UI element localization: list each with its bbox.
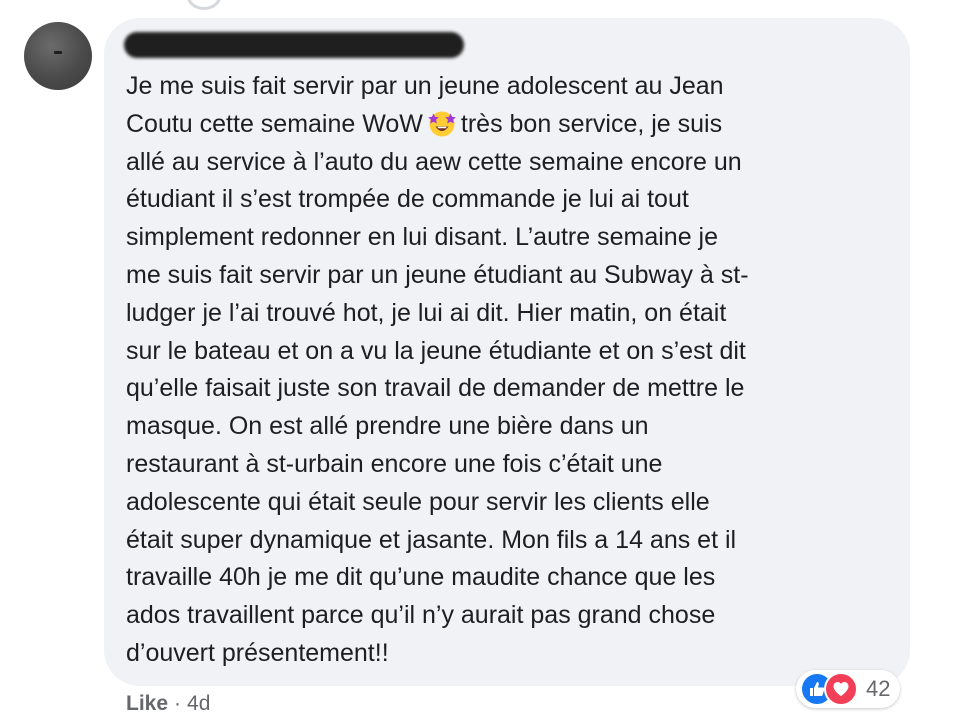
comment-segment: très bon service, je suis [460, 109, 723, 138]
author-name-redacted[interactable] [124, 32, 464, 58]
comment-timestamp[interactable]: 4d [187, 692, 210, 716]
comment-line: allé au service à l’auto du aew cette se… [126, 147, 742, 176]
comment-line: était super dynamique et jasante. Mon fi… [126, 525, 737, 554]
comment-segment: Coutu cette semaine WoW [126, 109, 423, 138]
comment-line: ludger je l’ai trouvé hot, je lui ai dit… [126, 298, 727, 327]
comment-line: me suis fait servir par un jeune étudian… [126, 260, 749, 289]
commenter-avatar[interactable] [24, 22, 92, 90]
comment-line: ados travaillent parce qu’il n’y aurait … [126, 601, 716, 630]
comment-line-with-emoji: Coutu cette semaine WoW très bon service,… [126, 106, 886, 144]
previous-avatar-fragment [186, 0, 222, 10]
comment-line: qu’elle faisait juste son travail de dem… [126, 374, 745, 403]
love-reaction-icon [824, 672, 858, 706]
comment-line: d’ouvert présentement!! [126, 638, 389, 667]
comment-actions: Like · 4d [126, 692, 210, 716]
comment-line: Je me suis fait servir par un jeune adol… [126, 72, 724, 100]
comment-line: restaurant à st-urbain encore une fois c… [126, 449, 663, 478]
comment-line: simplement redonner en lui disant. L’aut… [126, 223, 719, 252]
comment-text: Je me suis fait servir par un jeune adol… [126, 68, 886, 673]
comment-line: masque. On est allé prendre une bière da… [126, 412, 649, 441]
star-struck-emoji-icon [428, 111, 456, 137]
comment-line: étudiant il s’est trompée de commande je… [126, 185, 689, 214]
reaction-count: 42 [866, 676, 891, 701]
reactions-summary[interactable]: 42 [796, 670, 901, 708]
action-separator: · [174, 692, 182, 715]
comment-line: adolescente qui était seule pour servir … [126, 487, 710, 516]
comment-line: travaille 40h je me dit qu’une maudite c… [126, 563, 716, 592]
comment-line: sur le bateau et on a vu la jeune étudia… [126, 336, 746, 365]
like-button[interactable]: Like [126, 692, 168, 716]
avatar-detail [54, 51, 62, 54]
